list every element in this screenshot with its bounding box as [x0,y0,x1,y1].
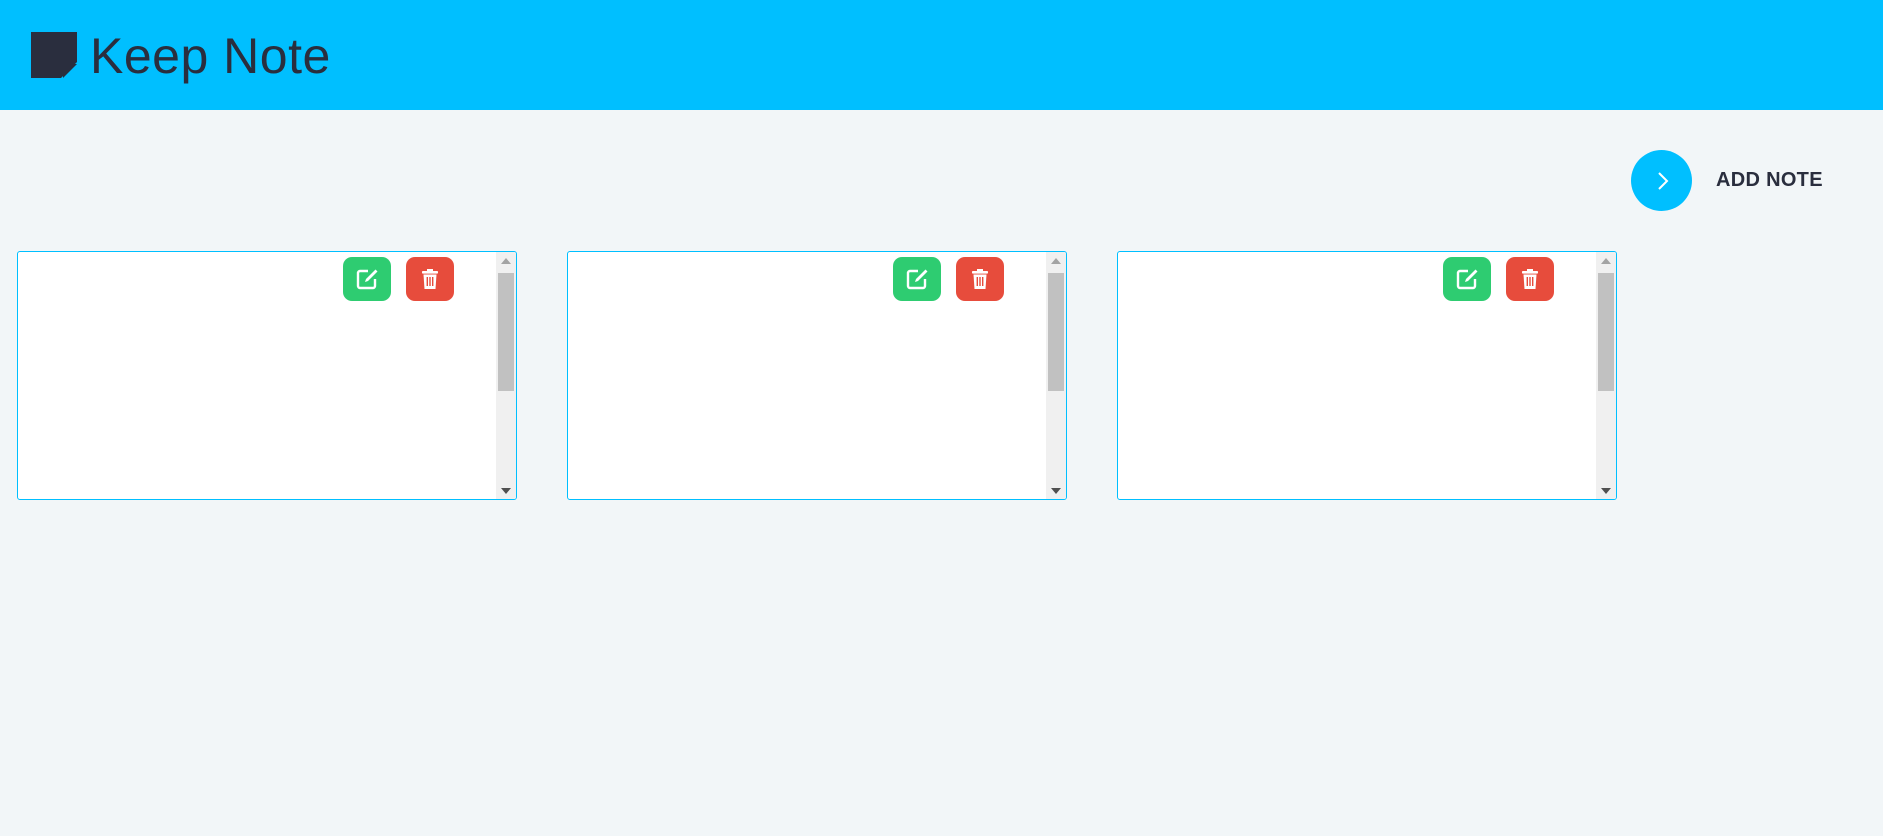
edit-note-button[interactable] [1443,257,1491,301]
note-scrollbar[interactable] [1046,252,1066,499]
delete-note-button[interactable] [956,257,1004,301]
app-title: Keep Note [90,28,331,84]
delete-note-button[interactable] [406,257,454,301]
sticky-note-icon [31,32,77,78]
trash-icon [422,269,438,289]
trash-icon [972,269,988,289]
scroll-up-arrow-icon[interactable] [1596,252,1616,269]
note-card [567,251,1067,500]
add-note-label[interactable]: ADD NOTE [1716,169,1823,192]
scroll-up-arrow-icon[interactable] [496,252,516,269]
chevron-right-icon [1657,171,1668,190]
edit-note-button[interactable] [893,257,941,301]
scroll-thumb[interactable] [1048,273,1064,391]
scroll-down-arrow-icon[interactable] [1596,482,1616,499]
scroll-thumb[interactable] [1598,273,1614,391]
add-note-button[interactable]: ADD NOTE [1631,150,1823,211]
scroll-down-arrow-icon[interactable] [1046,482,1066,499]
scroll-down-arrow-icon[interactable] [496,482,516,499]
note-card [1117,251,1617,500]
trash-icon [1522,269,1538,289]
note-card [17,251,517,500]
edit-icon [1456,269,1478,290]
add-note-circle[interactable] [1631,150,1692,211]
edit-icon [356,269,378,290]
scroll-thumb[interactable] [498,273,514,391]
note-scrollbar[interactable] [1596,252,1616,499]
edit-note-button[interactable] [343,257,391,301]
note-scrollbar[interactable] [496,252,516,499]
scroll-up-arrow-icon[interactable] [1046,252,1066,269]
edit-icon [906,269,928,290]
app-header: Keep Note [0,0,1883,110]
delete-note-button[interactable] [1506,257,1554,301]
